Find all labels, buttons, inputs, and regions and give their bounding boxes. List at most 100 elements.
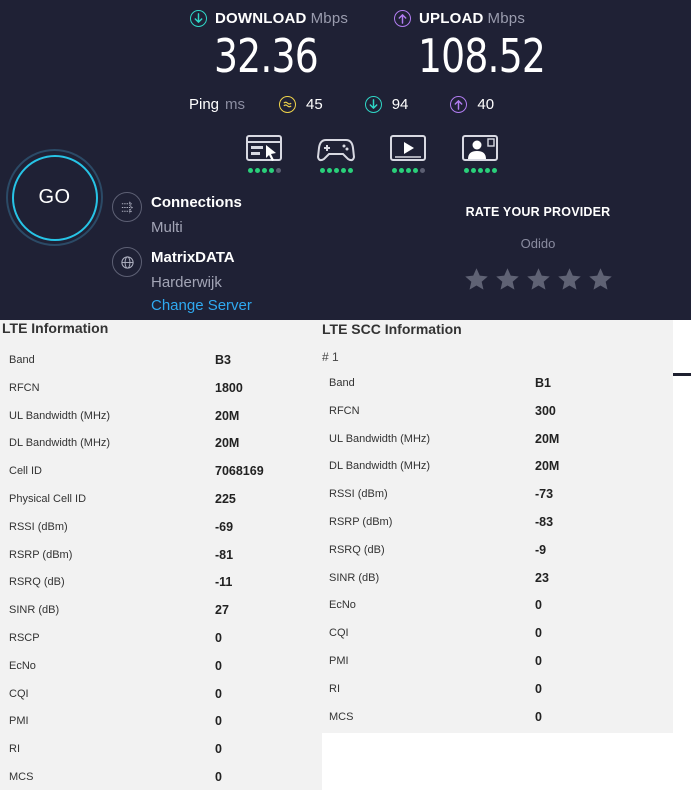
row-value: -73 [535, 487, 554, 502]
server-info: MatrixDATA Harderwijk Change Server [112, 247, 252, 314]
table-row: Cell ID 7068169 [0, 462, 322, 482]
ping-idle: 45 [279, 96, 323, 113]
upload-arrow-icon [394, 10, 411, 27]
row-label: RSRP (dBm) [9, 548, 73, 561]
table-row: RSSI (dBm) -69 [0, 518, 322, 538]
table-row: RSCP 0 [0, 629, 322, 649]
server-name: MatrixDATA [151, 249, 235, 266]
upload-metric: UPLOAD Mbps 108.52 [394, 10, 573, 79]
row-value: 0 [215, 742, 222, 757]
row-value: -81 [215, 547, 234, 562]
change-server-link[interactable]: Change Server [151, 297, 252, 314]
row-label: RSRP (dBm) [329, 516, 393, 528]
row-label: EcNo [329, 599, 356, 612]
table-row: EcNo 0 [0, 657, 322, 677]
table-row: CQI 0 [322, 624, 673, 644]
table-row: MCS 0 [0, 768, 322, 788]
row-label: Band [9, 354, 35, 366]
gaming-icon [316, 139, 356, 162]
row-value: 0 [215, 686, 222, 701]
video-call-icon [462, 135, 498, 161]
row-label: PMI [329, 655, 349, 667]
table-row: PMI 0 [0, 712, 322, 732]
star-icon[interactable] [494, 266, 521, 293]
row-label: Physical Cell ID [9, 493, 87, 505]
row-label: CQI [329, 627, 349, 640]
row-label: UL Bandwidth (MHz) [329, 432, 431, 445]
app-video-streaming[interactable] [372, 134, 444, 173]
lte-information-panel: LTE Information Band B3 RFCN 1800 UL Bandwid… [0, 320, 322, 790]
row-label: Cell ID [9, 465, 43, 478]
app-video-call[interactable] [444, 134, 516, 173]
video-call-rating [463, 168, 498, 173]
table-row: EcNo 0 [322, 596, 673, 616]
row-label: RI [329, 682, 340, 695]
speedtest-panel: DOWNLOAD Mbps 32.36 UPLOAD Mbps 108.52 P… [0, 0, 691, 320]
table-row: CQI 0 [0, 685, 322, 705]
row-label: SINR (dB) [329, 571, 380, 584]
lte-title: LTE Information [2, 320, 109, 336]
go-button[interactable]: GO [6, 149, 103, 246]
row-value: B3 [215, 353, 231, 367]
row-value: 23 [535, 570, 549, 585]
table-row: UL Bandwidth (MHz) 20M [322, 430, 673, 450]
download-metric: DOWNLOAD Mbps 32.36 [190, 10, 348, 79]
star-icon[interactable] [525, 266, 552, 293]
row-value: 27 [215, 603, 229, 618]
row-label: MCS [329, 710, 354, 723]
rate-title: RATE YOUR PROVIDER [465, 205, 611, 219]
row-label: RFCN [9, 381, 40, 394]
row-value: 225 [215, 492, 236, 506]
row-value: -69 [215, 519, 234, 534]
star-icon[interactable] [463, 266, 490, 293]
row-label: MCS [9, 771, 34, 783]
row-value: 0 [535, 681, 542, 696]
globe-icon [112, 247, 142, 277]
download-value: 32.36 [214, 29, 319, 83]
ping-upload-value: 40 [477, 96, 495, 113]
table-row: DL Bandwidth (MHz) 20M [0, 434, 322, 454]
row-value: 0 [215, 714, 222, 729]
upload-value: 108.52 [418, 29, 546, 83]
web-browsing-rating [247, 168, 282, 173]
app-gaming[interactable] [300, 134, 372, 173]
provider-name: Odido [520, 236, 556, 251]
upload-label: UPLOAD [419, 10, 484, 27]
row-label: RSRQ (dB) [9, 576, 65, 589]
table-row: SINR (dB) 27 [0, 601, 322, 621]
connections-info[interactable]: Connections Multi [112, 192, 242, 236]
row-label: Band [329, 377, 355, 389]
table-row: UL Bandwidth (MHz) 20M [0, 407, 322, 427]
row-label: RSSI (dBm) [329, 488, 388, 501]
idle-icon [279, 96, 297, 113]
row-value: 0 [535, 626, 542, 641]
table-row: RSRQ (dB) -9 [322, 541, 673, 561]
table-row: RSSI (dBm) -73 [322, 485, 673, 505]
row-label: CQI [9, 687, 29, 700]
app-web-browsing[interactable] [228, 134, 300, 173]
app-quality-row [228, 134, 516, 173]
table-row: RFCN 1800 [0, 379, 322, 399]
table-row: RI 0 [322, 680, 673, 700]
row-value: 0 [535, 709, 542, 724]
table-row: PMI 0 [322, 652, 673, 672]
row-label: RFCN [329, 404, 360, 417]
row-label: RI [9, 743, 20, 756]
table-row: RFCN 300 [322, 402, 673, 422]
star-icon[interactable] [556, 266, 583, 293]
connections-value: Multi [151, 219, 183, 236]
ping-download: 94 [364, 96, 408, 113]
table-row: Band B1 [322, 374, 673, 394]
rating-stars [452, 266, 624, 293]
table-row: MCS 0 [322, 708, 673, 728]
row-value: 20M [535, 459, 560, 474]
star-icon[interactable] [587, 266, 614, 293]
gaming-rating [319, 168, 354, 173]
row-value: 20M [535, 431, 560, 446]
row-value: 20M [215, 436, 240, 451]
scc-index-label: # 1 [322, 350, 339, 364]
row-value: 7068169 [215, 464, 264, 479]
row-value: 0 [215, 658, 222, 673]
row-value: -11 [215, 575, 233, 590]
server-location: Harderwijk [151, 274, 222, 291]
